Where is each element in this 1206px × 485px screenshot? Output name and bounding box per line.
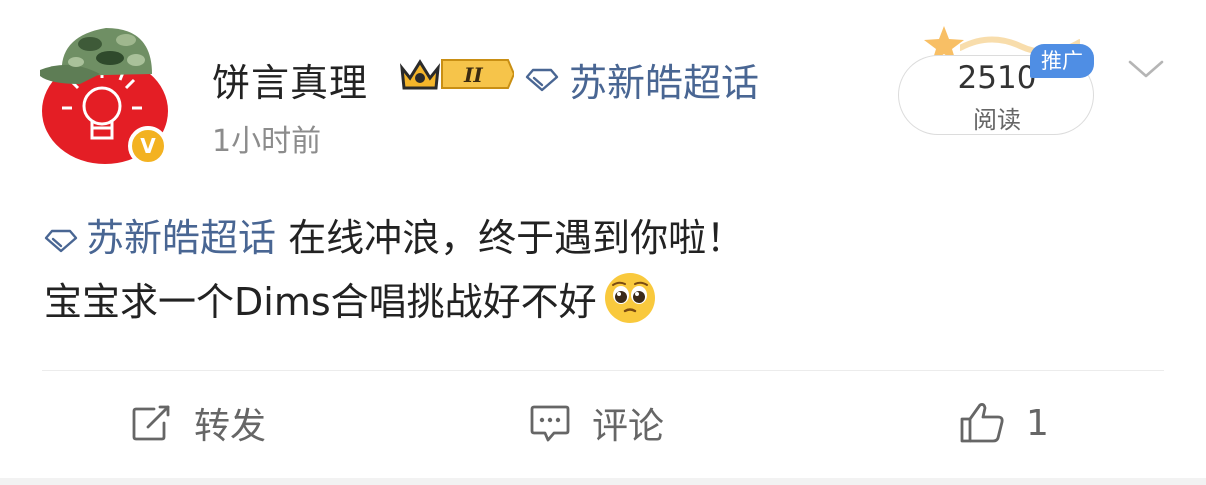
- post-line-1-text: 在线冲浪，终于遇到你啦！: [276, 216, 745, 260]
- svg-text:II: II: [463, 63, 483, 87]
- inline-supertopic-label: 苏新皓超话: [86, 216, 277, 260]
- post-line-1: 苏新皓超话 在线冲浪，终于遇到你啦！: [44, 206, 1164, 270]
- comment-button[interactable]: 评论: [528, 398, 664, 448]
- like-count: 1: [1026, 402, 1049, 444]
- comment-icon: [530, 405, 570, 442]
- avatar[interactable]: V: [40, 18, 170, 168]
- inline-supertopic-link[interactable]: 苏新皓超话: [44, 216, 276, 260]
- supertopic-link[interactable]: 苏新皓超话: [525, 52, 759, 107]
- repost-label: 转发: [194, 406, 267, 447]
- promo-tag: 推广: [1030, 44, 1094, 78]
- verified-v-icon: V: [128, 126, 168, 166]
- post-text: 苏新皓超话 在线冲浪，终于遇到你啦！ 宝宝求一个Dims合唱挑战好不好: [44, 206, 1164, 334]
- like-button[interactable]: 1: [958, 398, 1049, 448]
- feed-separator: [0, 478, 1206, 485]
- weibo-post-card: V 饼言真理 II 苏新皓超话 1小时前 2510 阅读 推广 苏新皓超话 在线…: [0, 0, 1206, 478]
- supertopic-label: 苏新皓超话: [569, 61, 760, 105]
- repost-icon: [132, 405, 170, 441]
- post-timestamp: 1小时前: [212, 124, 322, 159]
- read-label: 阅读: [973, 106, 1021, 134]
- camo-cap-icon: [40, 28, 152, 84]
- chevron-down-icon[interactable]: [1124, 54, 1168, 84]
- thumbs-up-icon: [960, 403, 1004, 443]
- comment-label: 评论: [592, 406, 665, 447]
- post-line-2: 宝宝求一个Dims合唱挑战好不好: [44, 270, 1164, 334]
- post-line-2-text: 宝宝求一个Dims合唱挑战好不好: [44, 280, 597, 324]
- username[interactable]: 饼言真理: [212, 52, 368, 107]
- crown-level-badge[interactable]: II: [398, 54, 516, 94]
- diamond-icon: [44, 229, 78, 252]
- divider: [42, 370, 1164, 371]
- diamond-icon: [525, 68, 559, 91]
- pleading-face-emoji-icon: [604, 273, 655, 323]
- repost-button[interactable]: 转发: [130, 398, 266, 448]
